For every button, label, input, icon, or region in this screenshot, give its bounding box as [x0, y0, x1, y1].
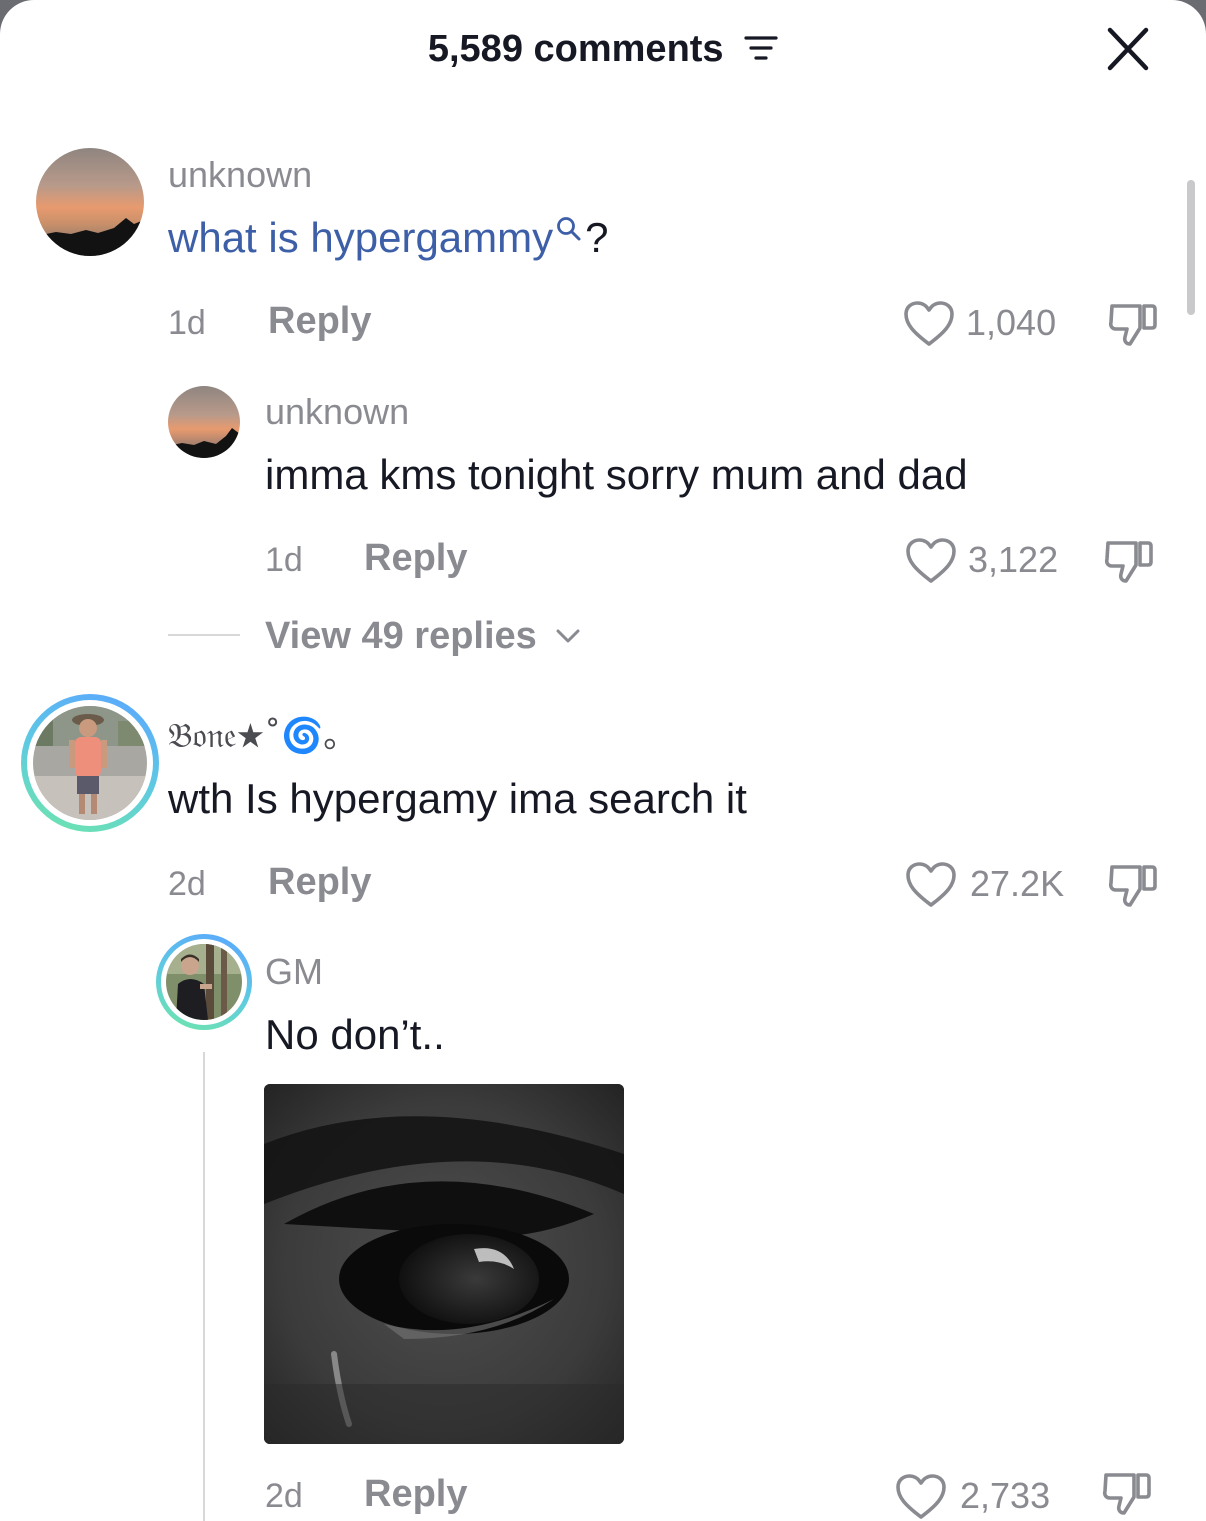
dislike-icon[interactable] [1106, 298, 1160, 352]
comment-text-suffix: ? [585, 214, 609, 261]
view-replies-label: View 49 replies [265, 615, 537, 657]
comment-text: what is hypergammy? [168, 213, 609, 263]
comment-username[interactable]: unknown [168, 155, 312, 195]
heart-icon[interactable] [895, 1473, 947, 1521]
reply-button[interactable]: Reply [364, 1472, 467, 1516]
avatar[interactable] [36, 148, 144, 256]
scrollbar[interactable] [1187, 180, 1195, 315]
chevron-down-icon [556, 629, 580, 643]
search-link-text: what is hypergammy [168, 214, 554, 261]
comment-time: 1d [168, 304, 206, 342]
reply-button[interactable]: Reply [364, 536, 467, 580]
comment-text: wth Is hypergamy ima search it [168, 775, 747, 822]
comment-username[interactable]: GM [265, 952, 323, 992]
view-replies-button[interactable]: View 49 replies [265, 614, 581, 658]
view-replies-divider [168, 634, 240, 636]
avatar-photo [33, 706, 147, 820]
comments-count-title[interactable]: 5,589 comments [0, 26, 1206, 72]
avatar-photo [166, 944, 242, 1020]
dislike-icon[interactable] [1102, 535, 1156, 589]
comment-image[interactable] [264, 1084, 624, 1444]
thread-line [203, 1052, 205, 1521]
reply-button[interactable]: Reply [268, 860, 371, 904]
comment-time: 2d [265, 1477, 303, 1515]
heart-icon[interactable] [905, 861, 957, 909]
avatar[interactable] [168, 386, 240, 458]
dislike-icon[interactable] [1100, 1467, 1154, 1521]
close-icon[interactable] [1102, 26, 1154, 72]
comment-time: 1d [265, 541, 303, 579]
comments-header: 5,589 comments [0, 0, 1206, 100]
filter-icon[interactable] [744, 34, 778, 62]
comment-time: 2d [168, 865, 206, 903]
search-icon [557, 217, 581, 241]
like-count: 1,040 [966, 302, 1057, 343]
like-count: 2,733 [960, 1475, 1051, 1516]
search-link[interactable]: what is hypergammy [168, 214, 585, 261]
heart-icon[interactable] [903, 300, 955, 348]
dislike-icon[interactable] [1106, 859, 1160, 913]
like-count: 3,122 [968, 539, 1059, 580]
comment-text: imma kms tonight sorry mum and dad [265, 451, 968, 498]
like-count: 27.2K [970, 863, 1065, 904]
comment-text: No don’t.. [265, 1011, 445, 1058]
reply-button[interactable]: Reply [268, 299, 371, 343]
comments-count-label: 5,589 comments [427, 28, 724, 70]
comments-sheet: 5,589 comments unknown what is hypergamm… [0, 0, 1206, 1521]
heart-icon[interactable] [905, 537, 957, 585]
comment-username[interactable]: 𝔅𝔬𝔫𝔢★˚🌀｡ [168, 716, 341, 756]
comment-username[interactable]: unknown [265, 392, 409, 432]
